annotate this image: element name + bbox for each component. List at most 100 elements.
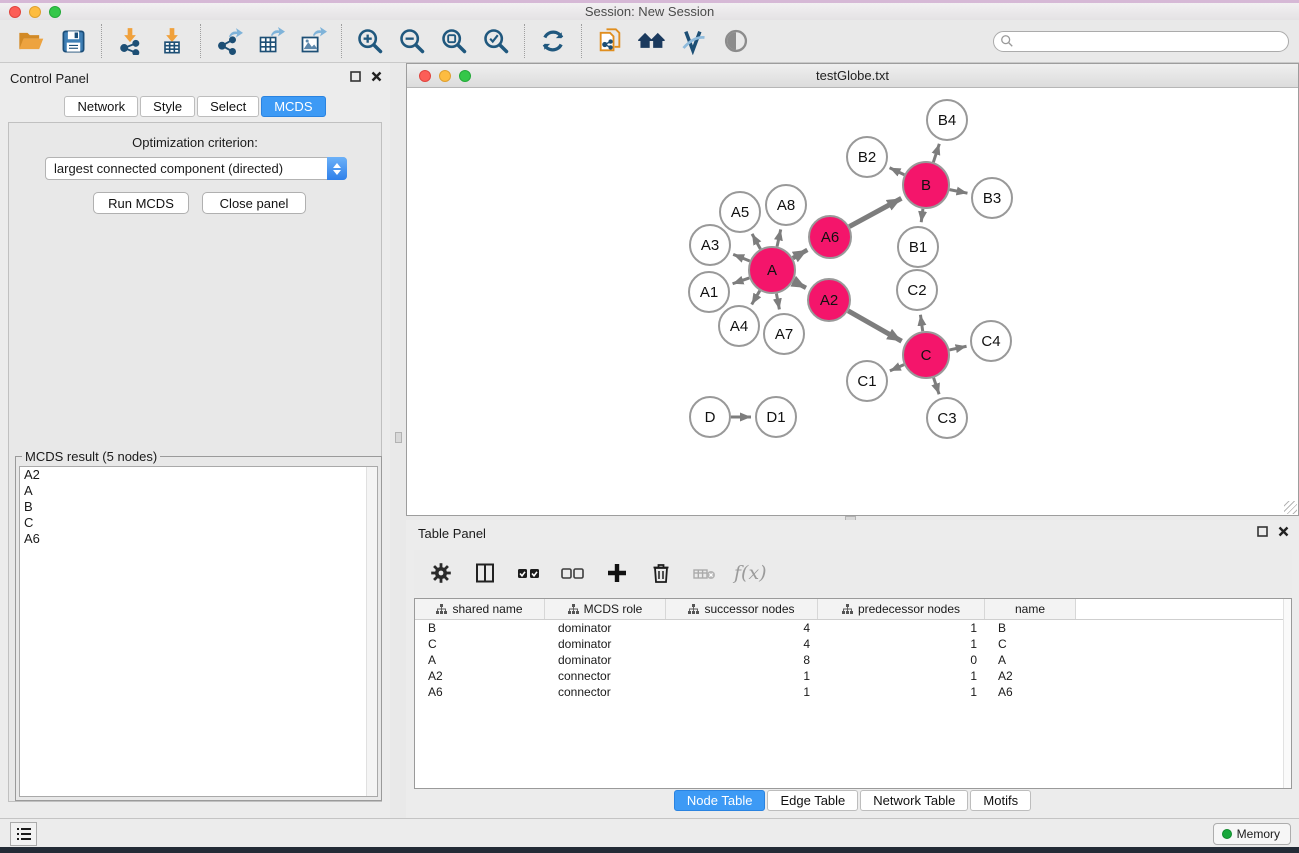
edge-A2-C[interactable] bbox=[848, 311, 902, 341]
select-all-columns-button[interactable] bbox=[514, 557, 544, 589]
tab-node-table[interactable]: Node Table bbox=[674, 790, 766, 811]
table-cell[interactable]: B bbox=[415, 620, 545, 636]
run-mcds-button[interactable]: Run MCDS bbox=[93, 192, 189, 214]
edge-B-B4[interactable] bbox=[933, 144, 939, 162]
table-cell[interactable]: 1 bbox=[818, 620, 985, 636]
table-cell[interactable]: 1 bbox=[818, 668, 985, 684]
network-window-titlebar[interactable]: testGlobe.txt bbox=[407, 64, 1298, 88]
table-row[interactable]: Bdominator41B bbox=[415, 620, 1291, 636]
memory-button[interactable]: Memory bbox=[1213, 823, 1291, 845]
node-A6[interactable]: A6 bbox=[809, 216, 851, 258]
task-history-button[interactable] bbox=[10, 822, 37, 846]
clone-network-button[interactable] bbox=[589, 22, 631, 60]
edge-C-C4[interactable] bbox=[949, 346, 966, 350]
node-A7[interactable]: A7 bbox=[764, 314, 804, 354]
window-resize-grip[interactable] bbox=[1284, 501, 1297, 514]
edge-C-C1[interactable] bbox=[890, 365, 904, 371]
node-A8[interactable]: A8 bbox=[766, 185, 806, 225]
node-C1[interactable]: C1 bbox=[847, 361, 887, 401]
table-cell[interactable]: 8 bbox=[666, 652, 818, 668]
search-input[interactable] bbox=[1018, 33, 1288, 50]
table-row[interactable]: A2connector11A2 bbox=[415, 668, 1291, 684]
edge-B-B2[interactable] bbox=[890, 168, 905, 175]
table-settings-button[interactable] bbox=[426, 557, 456, 589]
tab-style[interactable]: Style bbox=[140, 96, 195, 117]
edge-A-A5[interactable] bbox=[752, 234, 760, 249]
table-cell[interactable]: A6 bbox=[985, 684, 1076, 700]
tab-select[interactable]: Select bbox=[197, 96, 259, 117]
table-cell[interactable]: 1 bbox=[666, 684, 818, 700]
node-C4[interactable]: C4 bbox=[971, 321, 1011, 361]
column-header-name[interactable]: name bbox=[985, 599, 1076, 619]
table-cell[interactable]: A2 bbox=[985, 668, 1076, 684]
mcds-result-list[interactable]: A2ABCA6 bbox=[19, 466, 378, 797]
table-cell[interactable]: C bbox=[415, 636, 545, 652]
zoom-actual-button[interactable] bbox=[433, 22, 475, 60]
node-C[interactable]: C bbox=[903, 332, 949, 378]
result-item[interactable]: A bbox=[20, 483, 377, 499]
table-cell[interactable]: connector bbox=[545, 668, 666, 684]
close-panel-button[interactable]: Close panel bbox=[202, 192, 306, 214]
column-header-MCDS-role[interactable]: MCDS role bbox=[545, 599, 666, 619]
network-canvas[interactable]: B4B2BB3A8A5A6A3B1AA1C2A2A4A7C4CC1C3DD1 bbox=[407, 88, 1298, 515]
export-network-button[interactable] bbox=[208, 22, 250, 60]
edge-A-A2[interactable] bbox=[793, 281, 806, 288]
export-image-button[interactable] bbox=[292, 22, 334, 60]
export-table-button[interactable] bbox=[250, 22, 292, 60]
delete-column-button[interactable] bbox=[646, 557, 676, 589]
node-A5[interactable]: A5 bbox=[720, 192, 760, 232]
table-cell[interactable]: 1 bbox=[818, 636, 985, 652]
node-B2[interactable]: B2 bbox=[847, 137, 887, 177]
table-cell[interactable]: A6 bbox=[415, 684, 545, 700]
node-B1[interactable]: B1 bbox=[898, 227, 938, 267]
vertical-divider-grip[interactable] bbox=[395, 432, 402, 443]
tab-network[interactable]: Network bbox=[64, 96, 138, 117]
node-C3[interactable]: C3 bbox=[927, 398, 967, 438]
edge-A-A3[interactable] bbox=[733, 254, 750, 261]
deselect-all-columns-button[interactable] bbox=[558, 557, 588, 589]
zoom-out-button[interactable] bbox=[391, 22, 433, 60]
save-session-button[interactable] bbox=[52, 22, 94, 60]
import-table-button[interactable] bbox=[151, 22, 193, 60]
table-row[interactable]: Cdominator41C bbox=[415, 636, 1291, 652]
result-item[interactable]: A2 bbox=[20, 467, 377, 483]
table-cell[interactable]: A bbox=[415, 652, 545, 668]
edge-B-B1[interactable] bbox=[921, 209, 923, 222]
node-A2[interactable]: A2 bbox=[808, 279, 850, 321]
table-cell[interactable]: 0 bbox=[818, 652, 985, 668]
table-cell[interactable]: 4 bbox=[666, 636, 818, 652]
node-B3[interactable]: B3 bbox=[972, 178, 1012, 218]
add-column-button[interactable] bbox=[602, 557, 632, 589]
edge-A-A8[interactable] bbox=[777, 229, 781, 246]
table-row[interactable]: A6connector11A6 bbox=[415, 684, 1291, 700]
zoom-selected-button[interactable] bbox=[475, 22, 517, 60]
home-view-button[interactable] bbox=[631, 22, 673, 60]
zoom-in-button[interactable] bbox=[349, 22, 391, 60]
node-D[interactable]: D bbox=[690, 397, 730, 437]
column-layout-button[interactable] bbox=[470, 557, 500, 589]
edge-A6-B[interactable] bbox=[849, 198, 901, 226]
close-panel-icon[interactable] bbox=[371, 71, 382, 82]
edge-A-A1[interactable] bbox=[733, 278, 750, 284]
edge-C-C2[interactable] bbox=[920, 315, 922, 331]
search-box[interactable] bbox=[993, 31, 1289, 52]
result-scrollbar[interactable] bbox=[366, 467, 377, 796]
show-hide-button[interactable] bbox=[715, 22, 757, 60]
table-cell[interactable]: C bbox=[985, 636, 1076, 652]
edge-A-A4[interactable] bbox=[752, 291, 760, 305]
node-table[interactable]: shared nameMCDS rolesuccessor nodesprede… bbox=[414, 598, 1292, 789]
edge-A-A7[interactable] bbox=[776, 294, 779, 310]
column-header-predecessor-nodes[interactable]: predecessor nodes bbox=[818, 599, 985, 619]
tab-network-table[interactable]: Network Table bbox=[860, 790, 968, 811]
table-cell[interactable]: dominator bbox=[545, 636, 666, 652]
float-panel-icon[interactable] bbox=[350, 71, 361, 82]
edge-B-B3[interactable] bbox=[950, 190, 968, 194]
table-row[interactable]: Adominator80A bbox=[415, 652, 1291, 668]
column-header-shared-name[interactable]: shared name bbox=[415, 599, 545, 619]
tab-motifs[interactable]: Motifs bbox=[970, 790, 1031, 811]
criterion-dropdown[interactable]: largest connected component (directed) bbox=[45, 157, 347, 180]
style-toggle-button[interactable] bbox=[673, 22, 715, 60]
table-cell[interactable]: dominator bbox=[545, 620, 666, 636]
result-item[interactable]: C bbox=[20, 515, 377, 531]
node-A4[interactable]: A4 bbox=[719, 306, 759, 346]
